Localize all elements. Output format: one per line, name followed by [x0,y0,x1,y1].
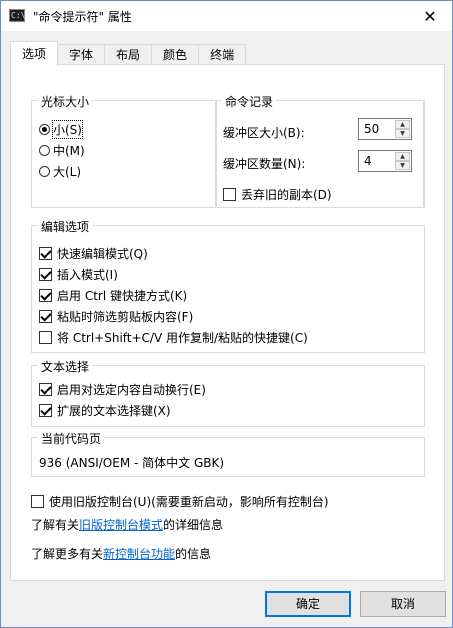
radio-button[interactable] [39,124,50,135]
buffer-size-label: 缓冲区大小(B): [223,126,305,140]
tab-strip: 选项 字体 布局 颜色 终端 [10,41,247,66]
buffer-count-value[interactable]: 4 [364,154,372,168]
extended-selection-keys-label: 扩展的文本选择键(X) [57,404,171,418]
checkbox[interactable] [39,310,52,323]
discard-duplicates-label: 丢弃旧的副本(D) [241,188,332,202]
quick-edit-checkbox[interactable]: 快速编辑模式(Q) [39,245,148,262]
spin-buttons: ▲ ▼ [395,152,410,170]
radio-button[interactable] [39,166,50,177]
cursor-size-medium-radio[interactable]: 中(M) [39,142,85,159]
tab-font[interactable]: 字体 [57,44,106,66]
buffer-size-stepper[interactable]: 50 ▲ ▼ [358,118,412,140]
ctrl-shift-cv-checkbox[interactable]: 将 Ctrl+Shift+C/V 用作复制/粘贴的快捷键(C) [39,329,308,346]
checkbox[interactable] [39,247,52,260]
window-title: "命令提示符" 属性 [33,10,132,24]
checkbox[interactable] [223,188,236,201]
line-wrap-selection-checkbox[interactable]: 启用对选定内容自动换行(E) [39,381,206,398]
legacy-info-prefix: 了解有关 [31,518,80,532]
text-selection-group: 文本选择 启用对选定内容自动换行(E) 扩展的文本选择键(X) [31,358,425,427]
discard-duplicates-checkbox[interactable]: 丢弃旧的副本(D) [223,186,332,203]
filter-paste-label: 粘贴时筛选剪贴板内容(F) [57,310,194,324]
command-history-box: 命令记录 缓冲区大小(B): 50 ▲ ▼ 缓冲区数量(N): 4 ▲ ▼ 丢弃… [215,93,425,208]
quick-edit-label: 快速编辑模式(Q) [57,247,148,261]
spin-up-icon[interactable]: ▲ [395,120,410,129]
legacy-console-label: 使用旧版控制台(U)(需要重新启动，影响所有控制台) [49,495,329,509]
buffer-count-label: 缓冲区数量(N): [223,157,306,171]
edit-options-group: 编辑选项 快速编辑模式(Q) 插入模式(I) 启用 Ctrl 键快捷方式(K) … [31,218,425,353]
checkbox[interactable] [39,383,52,396]
cursor-size-group: 光标大小 小(S) 中(M) 大(L) [31,93,217,208]
checkbox[interactable] [39,268,52,281]
checkbox[interactable] [31,495,44,508]
title-bar[interactable]: C:\ "命令提示符" 属性 ✕ [1,1,452,31]
console-app-icon: C:\ [9,9,26,22]
checkbox[interactable] [39,289,52,302]
ctrl-shortcuts-checkbox[interactable]: 启用 Ctrl 键快捷方式(K) [39,287,187,304]
insert-mode-label: 插入模式(I) [57,268,118,282]
legacy-info-suffix: 的详细信息 [163,518,224,532]
buffer-size-value[interactable]: 50 [364,122,379,136]
new-console-features-link[interactable]: 新控制台功能 [103,547,175,561]
spin-buttons: ▲ ▼ [395,120,410,138]
checkbox[interactable] [39,331,52,344]
tab-terminal[interactable]: 终端 [198,44,247,66]
new-features-suffix: 的信息 [175,547,212,561]
insert-mode-checkbox[interactable]: 插入模式(I) [39,266,118,283]
ok-button[interactable]: 确定 [265,591,351,617]
text-selection-title: 文本选择 [38,358,93,375]
codepage-title: 当前代码页 [38,430,105,447]
ctrl-shortcuts-label: 启用 Ctrl 键快捷方式(K) [57,289,188,303]
codepage-group: 当前代码页 936 (ANSI/OEM - 简体中文 GBK) [31,430,425,477]
cursor-size-large-label: 大(L) [53,165,82,179]
buffer-count-stepper[interactable]: 4 ▲ ▼ [358,150,412,172]
cursor-size-medium-label: 中(M) [53,144,85,158]
command-history-title: 命令记录 [222,93,277,110]
tab-colors[interactable]: 颜色 [151,44,200,66]
cursor-size-small-radio[interactable]: 小(S) [39,120,83,139]
cursor-size-title: 光标大小 [38,93,93,110]
options-panel: 光标大小 小(S) 中(M) 大(L) 命令记录 缓冲区大小(B): 50 ▲ … [10,64,445,581]
checkbox[interactable] [39,404,52,417]
filter-paste-checkbox[interactable]: 粘贴时筛选剪贴板内容(F) [39,308,193,325]
tab-options[interactable]: 选项 [10,41,59,66]
new-features-prefix: 了解更多有关 [31,547,104,561]
ctrl-shift-cv-label: 将 Ctrl+Shift+C/V 用作复制/粘贴的快捷键(C) [57,331,308,345]
new-features-info-line: 了解更多有关新控制台功能的信息 [31,545,211,562]
radio-button[interactable] [39,145,50,156]
edit-options-title: 编辑选项 [38,218,93,235]
legacy-info-line: 了解有关旧版控制台模式的详细信息 [31,516,223,533]
close-icon[interactable]: ✕ [408,1,452,31]
line-wrap-selection-label: 启用对选定内容自动换行(E) [57,383,206,397]
tab-layout[interactable]: 布局 [104,44,153,66]
legacy-console-link[interactable]: 旧版控制台模式 [79,518,163,532]
spin-up-icon[interactable]: ▲ [395,152,410,161]
cursor-size-large-radio[interactable]: 大(L) [39,163,81,180]
spin-down-icon[interactable]: ▼ [395,161,410,170]
codepage-value: 936 (ANSI/OEM - 简体中文 GBK) [39,456,225,470]
cancel-button[interactable]: 取消 [360,591,446,617]
legacy-console-checkbox[interactable]: 使用旧版控制台(U)(需要重新启动，影响所有控制台) [31,493,329,510]
extended-selection-keys-checkbox[interactable]: 扩展的文本选择键(X) [39,402,171,419]
spin-down-icon[interactable]: ▼ [395,129,410,138]
cursor-size-small-label: 小(S) [52,120,83,139]
properties-window: C:\ "命令提示符" 属性 ✕ 选项 字体 布局 颜色 终端 光标大小 小(S… [0,0,453,628]
